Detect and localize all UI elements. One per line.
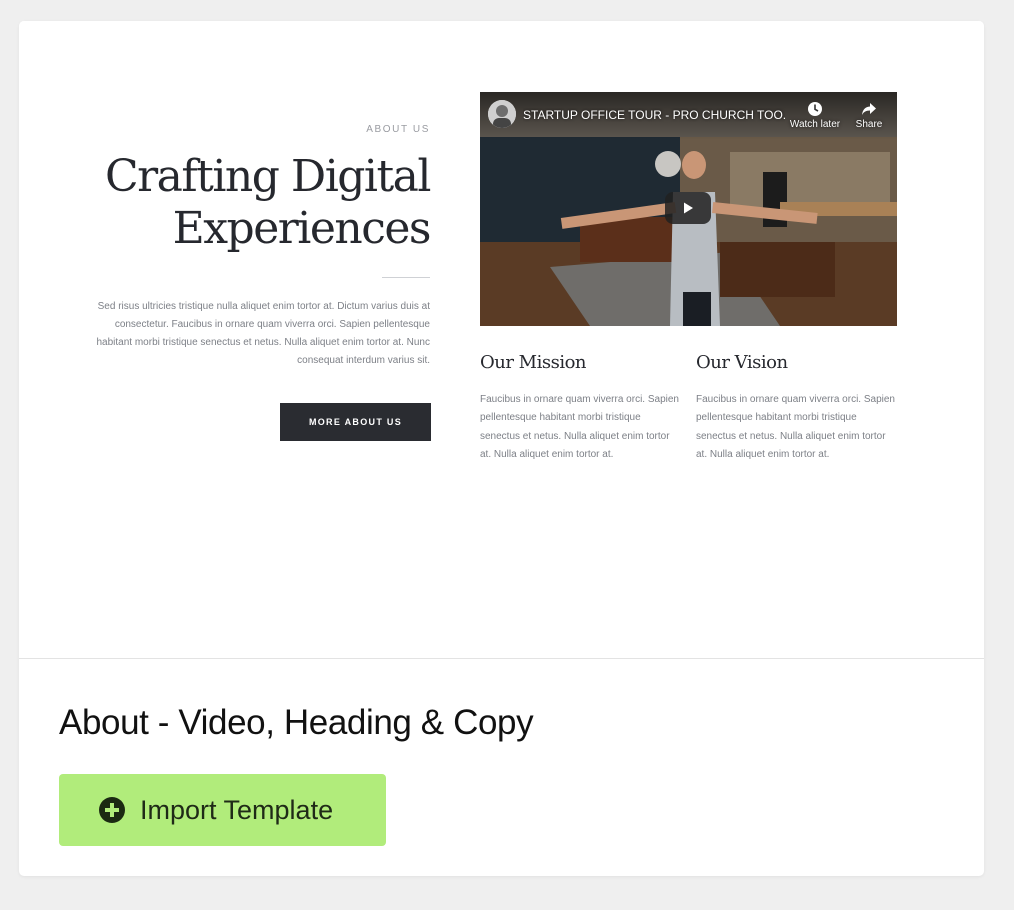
channel-avatar[interactable] [488,100,516,128]
video-embed[interactable]: STARTUP OFFICE TOUR - PRO CHURCH TOO... … [480,92,897,326]
clock-icon [786,101,844,119]
plus-circle-icon [99,797,125,823]
heading-line-1: Crafting Digital [104,151,432,202]
play-icon [684,202,693,214]
more-about-us-button[interactable]: MORE ABOUT US [280,403,431,441]
template-preview[interactable]: ABOUT US Crafting Digital Experiences Se… [19,21,984,658]
about-body-copy: Sed risus ultricies tristique nulla aliq… [96,301,430,366]
share-label: Share [855,119,883,130]
preview-heading: Crafting Digital Experiences [70,151,432,255]
mission-title: Our Mission [480,352,587,373]
heading-line-2: Experiences [172,203,432,254]
card-divider [19,658,984,659]
template-title: About - Video, Heading & Copy [59,703,534,742]
watch-later-button[interactable]: Watch later [786,101,844,130]
channel-avatar-image [488,100,516,128]
import-template-button[interactable]: Import Template [59,774,386,846]
mission-text: Faucibus in ornare quam viverra orci. Sa… [480,394,679,460]
video-title[interactable]: STARTUP OFFICE TOUR - PRO CHURCH TOO... [523,108,785,122]
about-eyebrow: ABOUT US [366,124,430,135]
heading-divider [382,277,430,278]
play-button[interactable] [665,192,711,224]
template-card: ABOUT US Crafting Digital Experiences Se… [19,21,984,876]
vision-text: Faucibus in ornare quam viverra orci. Sa… [696,394,895,460]
watch-later-label: Watch later [789,119,841,130]
import-template-label: Import Template [140,794,334,825]
share-button[interactable]: Share [851,101,887,130]
share-icon [851,101,887,119]
vision-title: Our Vision [696,352,788,373]
